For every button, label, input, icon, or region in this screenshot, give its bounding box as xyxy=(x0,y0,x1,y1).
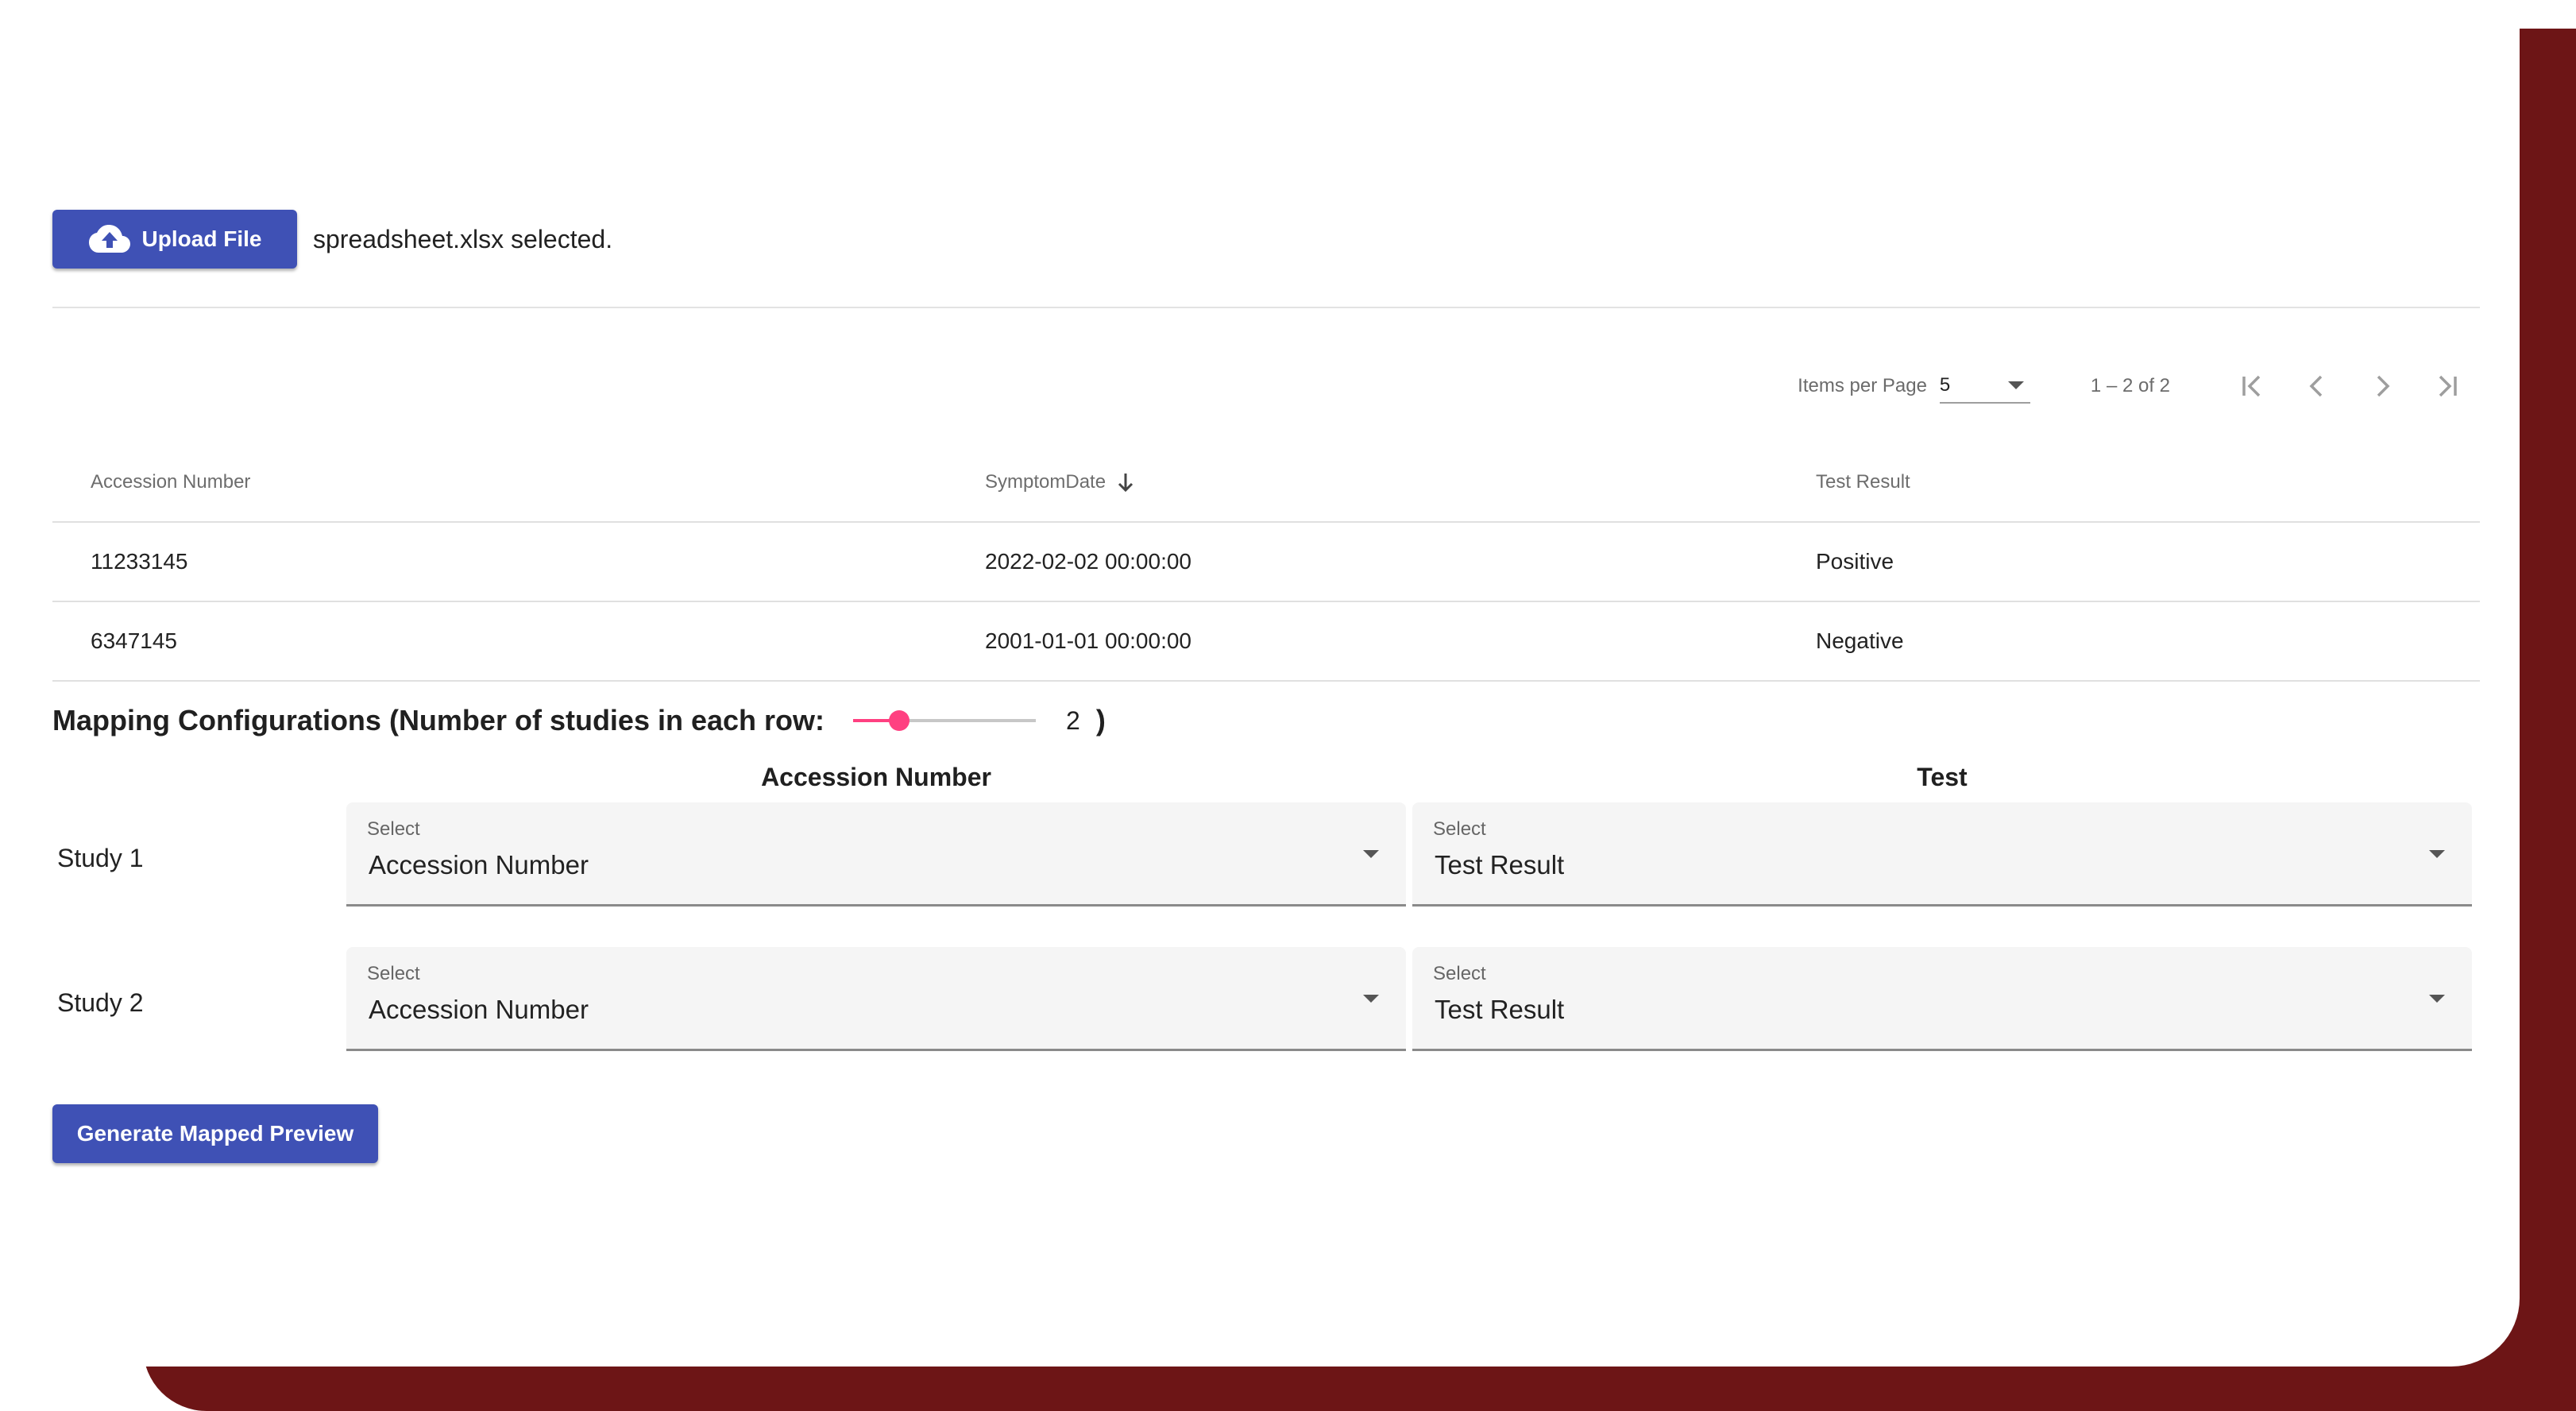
app-frame: Upload File spreadsheet.xlsx selected. I… xyxy=(0,0,2576,1411)
study-label: Study 1 xyxy=(57,844,144,872)
mapping-config-heading: Mapping Configurations (Number of studie… xyxy=(52,693,1106,748)
table-cell: 2001-01-01 00:00:00 xyxy=(985,628,1191,653)
select-label: Select xyxy=(367,818,420,840)
table-cell: 6347145 xyxy=(91,628,178,653)
select-value: Accession Number xyxy=(369,995,589,1024)
slider-value: 2 xyxy=(1066,706,1080,735)
study-label: Study 2 xyxy=(57,988,144,1017)
closing-paren: ) xyxy=(1095,704,1106,736)
dropdown-arrow-icon xyxy=(1363,995,1379,1003)
previous-page-button[interactable] xyxy=(2284,358,2350,415)
last-page-icon xyxy=(2439,375,2457,397)
upload-file-button-label: Upload File xyxy=(141,226,262,251)
dropdown-arrow-icon xyxy=(2429,995,2445,1003)
column-header-test-result[interactable]: Test Result xyxy=(1816,443,1910,521)
table-cell: Negative xyxy=(1816,628,1904,653)
divider xyxy=(52,307,2480,308)
select-label: Select xyxy=(1433,818,1486,840)
table-cell: Positive xyxy=(1816,549,1894,574)
chevron-left-icon xyxy=(2309,375,2323,397)
table-row: 11233145 2022-02-02 00:00:00 Positive xyxy=(52,523,2480,602)
accession-number-select[interactable]: Select Accession Number xyxy=(346,947,1406,1051)
next-page-button[interactable] xyxy=(2350,358,2415,415)
test-result-select[interactable]: Select Test Result xyxy=(1412,947,2472,1051)
items-per-page-value: 5 xyxy=(1939,374,1951,396)
items-per-page-label: Items per Page xyxy=(1798,375,1927,396)
last-page-button[interactable] xyxy=(2415,358,2480,415)
study-row-2: Study 2 Select Accession Number Select T… xyxy=(52,947,2480,1051)
table-header-row: Accession Number SymptomDate Test Result xyxy=(52,443,2480,523)
select-value: Accession Number xyxy=(369,850,589,879)
mapping-column-header-test: Test xyxy=(1917,762,1968,791)
select-label: Select xyxy=(1433,963,1486,984)
slider-thumb[interactable] xyxy=(888,710,910,731)
column-header-accession-number[interactable]: Accession Number xyxy=(91,443,250,521)
content-area: Upload File spreadsheet.xlsx selected. I… xyxy=(52,0,2480,1367)
sort-arrow-down-icon xyxy=(1115,471,1136,493)
cloud-upload-icon xyxy=(88,224,131,254)
main-card: Upload File spreadsheet.xlsx selected. I… xyxy=(0,0,2520,1367)
study-row-1: Study 1 Select Accession Number Select T… xyxy=(52,802,2480,907)
data-table: Accession Number SymptomDate Test Result xyxy=(52,443,2480,682)
test-result-select[interactable]: Select Test Result xyxy=(1412,802,2472,907)
first-page-button[interactable] xyxy=(2219,358,2284,415)
dropdown-arrow-icon xyxy=(1363,850,1379,858)
select-label: Select xyxy=(367,963,420,984)
accession-number-select[interactable]: Select Accession Number xyxy=(346,802,1406,907)
table-cell: 11233145 xyxy=(91,549,188,574)
mapping-config-title: Mapping Configurations (Number of studie… xyxy=(52,704,825,736)
generate-mapped-preview-button[interactable]: Generate Mapped Preview xyxy=(52,1104,378,1163)
select-value: Test Result xyxy=(1435,850,1565,879)
first-page-icon xyxy=(2242,375,2261,397)
chevron-right-icon xyxy=(2377,375,2390,397)
studies-per-row-slider[interactable] xyxy=(853,705,1037,736)
dropdown-arrow-icon xyxy=(2429,850,2445,858)
column-header-symptom-date[interactable]: SymptomDate xyxy=(985,443,1136,521)
table-row: 6347145 2001-01-01 00:00:00 Negative xyxy=(52,602,2480,682)
upload-row: Upload File spreadsheet.xlsx selected. xyxy=(52,210,612,269)
mapping-column-header-accession-number: Accession Number xyxy=(761,762,991,791)
dropdown-arrow-icon xyxy=(2007,381,2024,389)
paginator: Items per Page 5 1 – 2 of 2 xyxy=(1798,358,2480,415)
upload-file-button[interactable]: Upload File xyxy=(52,210,297,269)
page-range-label: 1 – 2 of 2 xyxy=(2090,375,2170,396)
items-per-page-select[interactable]: 5 xyxy=(1939,369,2030,404)
table-cell: 2022-02-02 00:00:00 xyxy=(985,549,1191,574)
select-value: Test Result xyxy=(1435,995,1565,1024)
file-status-text: spreadsheet.xlsx selected. xyxy=(313,224,613,253)
